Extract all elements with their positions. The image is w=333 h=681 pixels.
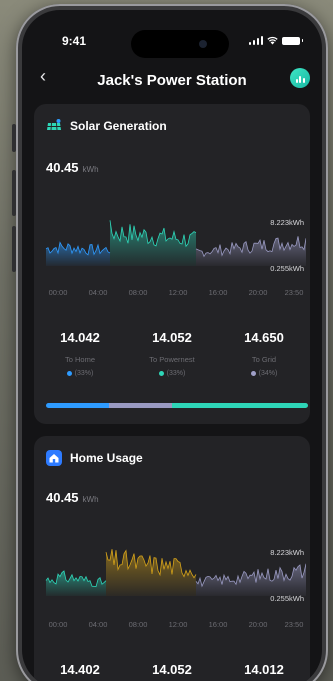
max-label: 8.223kWh (270, 548, 304, 557)
distribution-segment (46, 403, 109, 408)
stat-item: 14.402 (34, 662, 126, 677)
solar-stats: 14.042 To Home (33%) 14.052 To Powernest… (34, 330, 310, 377)
x-axis-ticks: 00:00 04:00 08:00 12:00 16:00 20:00 23:5… (44, 288, 306, 298)
total-unit: kWh (82, 495, 99, 504)
status-bar: 9:41 (22, 10, 322, 58)
min-label: 0.255kWh (270, 264, 304, 273)
stat-value: 14.052 (152, 330, 192, 345)
tick-label: 20:00 (248, 288, 268, 297)
stat-value: 14.052 (152, 662, 192, 677)
solar-area-chart[interactable]: 8.223kWh 0.255kWh (44, 200, 306, 284)
tick-label: 04:00 (88, 288, 108, 297)
min-label: 0.255kWh (270, 594, 304, 603)
tick-label: 00:00 (48, 620, 68, 629)
tick-label: 20:00 (248, 620, 268, 629)
home-icon (46, 450, 62, 466)
status-time: 9:41 (62, 34, 87, 48)
tick-label: 12:00 (168, 288, 188, 297)
solar-panel-icon (46, 118, 62, 134)
tick-label: 08:00 (128, 288, 148, 297)
legend-dot (158, 371, 164, 376)
stat-to-powernest: 14.052 To Powernest (33%) (126, 330, 218, 377)
camera-icon (199, 40, 207, 48)
mute-switch (12, 124, 16, 152)
total-unit: kWh (82, 165, 99, 174)
stat-value: 14.650 (244, 330, 284, 345)
stat-item: 14.052 (126, 662, 218, 677)
area-fill (106, 549, 196, 596)
stat-percent: (33%) (74, 370, 94, 377)
status-icons (248, 36, 303, 45)
card-title: Home Usage (70, 451, 143, 465)
volume-up-button (12, 170, 16, 216)
stat-value: 14.402 (60, 662, 100, 677)
stat-name: To Home (64, 355, 95, 364)
stat-item: 14.012 (218, 662, 310, 677)
tick-label: 23:50 (284, 288, 304, 297)
stat-value: 14.012 (244, 662, 284, 677)
distribution-bar (46, 403, 308, 408)
dynamic-island (131, 30, 229, 58)
stat-value: 14.042 (60, 330, 100, 345)
total-value: 40.45 (46, 490, 79, 505)
x-axis-ticks: 00:00 04:00 08:00 12:00 16:00 20:00 23:5… (44, 620, 306, 630)
home-stats: 14.402 14.052 14.012 (34, 662, 310, 677)
stat-name: To Powernest (149, 355, 195, 364)
signal-icon (248, 36, 263, 45)
screen: 9:41 ‹ Jack's Power Station Solar Genera… (22, 10, 322, 681)
distribution-segment (108, 403, 172, 408)
tick-label: 16:00 (208, 288, 228, 297)
battery-icon (282, 36, 303, 45)
home-area-chart[interactable]: 8.223kWh 0.255kWh (44, 530, 306, 614)
phone-frame: 9:41 ‹ Jack's Power Station Solar Genera… (12, 4, 328, 681)
tick-label: 16:00 (208, 620, 228, 629)
distribution-segment (171, 403, 308, 408)
tick-label: 04:00 (88, 620, 108, 629)
volume-down-button (12, 226, 16, 272)
stat-percent: (33%) (166, 370, 186, 377)
tick-label: 23:50 (284, 620, 304, 629)
home-usage-card[interactable]: Home Usage 40.45 kWh 8.223kWh 0.255kWh 0… (34, 436, 310, 681)
tick-label: 00:00 (48, 288, 68, 297)
legend-dot (66, 371, 72, 376)
max-label: 8.223kWh (270, 218, 304, 227)
solar-generation-card[interactable]: Solar Generation 40.45 kWh 8.223kWh 0.25… (34, 104, 310, 424)
tick-label: 12:00 (168, 620, 188, 629)
stat-name: To Grid (251, 355, 277, 364)
area-fill (110, 220, 196, 266)
page-title: Jack's Power Station (97, 72, 247, 89)
legend-dot (250, 371, 256, 376)
stat-to-home: 14.042 To Home (33%) (34, 330, 126, 377)
stat-to-grid: 14.650 To Grid (34%) (218, 330, 310, 377)
stats-chart-button[interactable] (290, 68, 310, 88)
total-value: 40.45 (46, 160, 79, 175)
card-title: Solar Generation (70, 119, 167, 133)
stat-percent: (34%) (258, 370, 278, 377)
wifi-icon (267, 36, 278, 45)
nav-bar: ‹ Jack's Power Station (22, 62, 322, 102)
tick-label: 08:00 (128, 620, 148, 629)
